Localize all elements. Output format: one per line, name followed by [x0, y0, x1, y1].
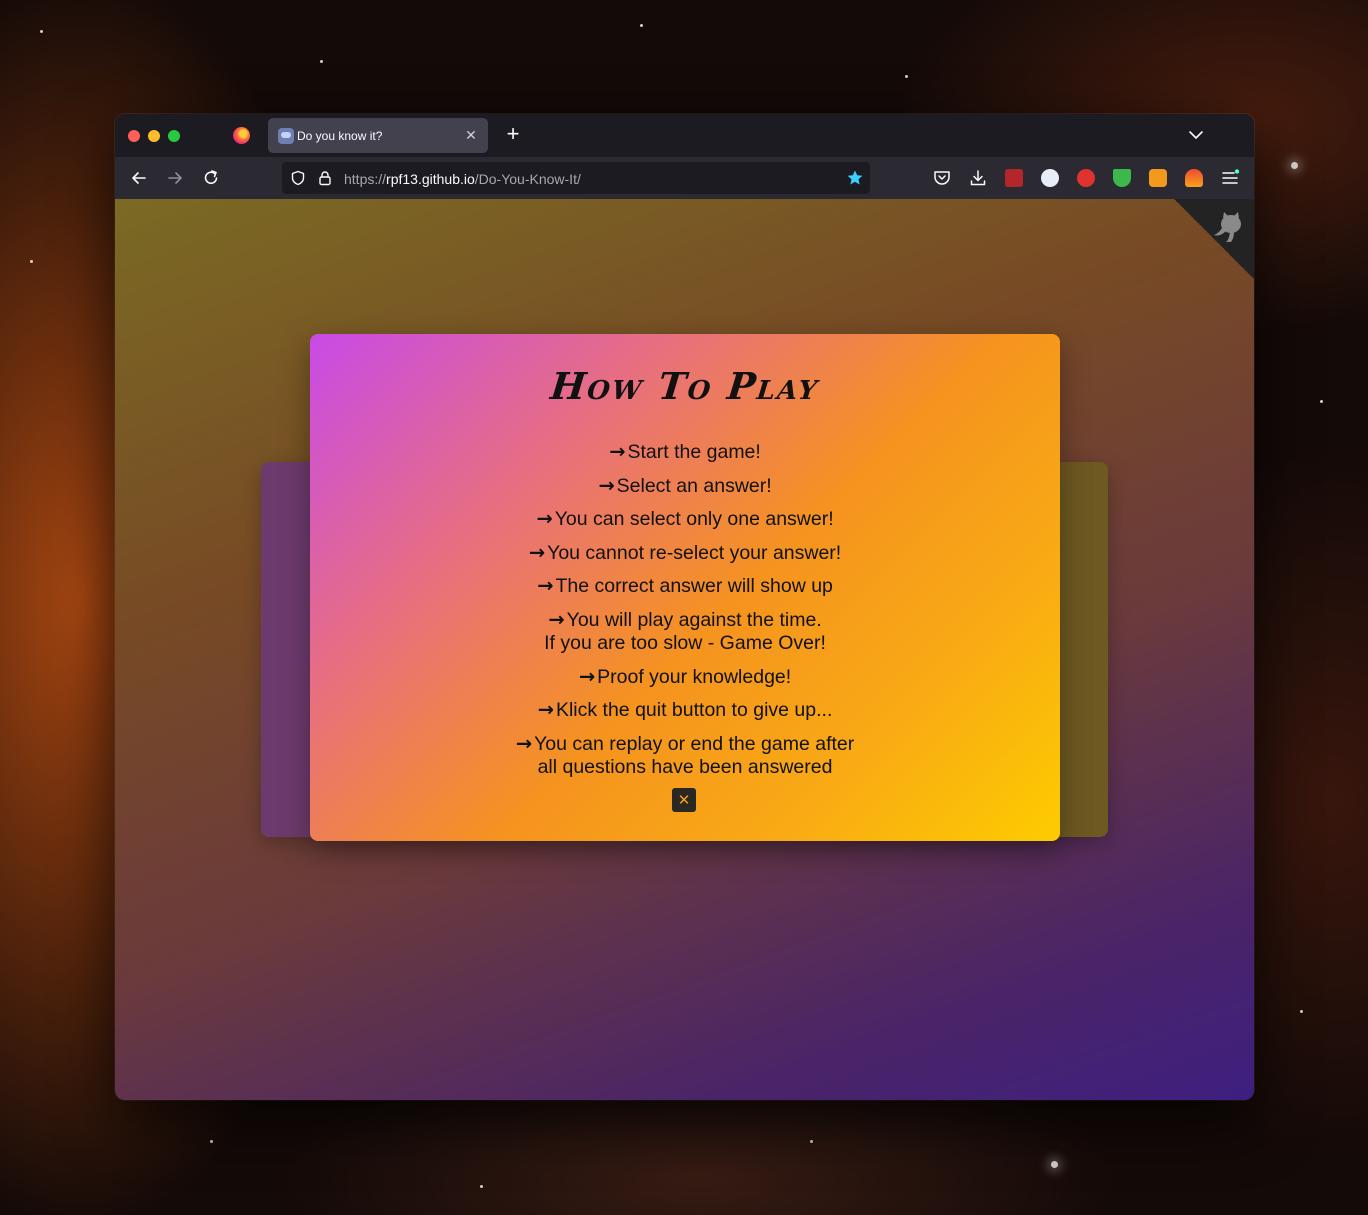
github-corner[interactable]: [1174, 199, 1254, 279]
page-content: How To Play → Start the game! → Select an a…: [115, 199, 1254, 1100]
star: [1300, 1010, 1303, 1013]
extension-clock-icon[interactable]: [1041, 169, 1059, 187]
browser-tab[interactable]: Do you know it? ✕: [268, 118, 488, 153]
tab-title: Do you know it?: [297, 129, 383, 143]
star: [810, 1140, 813, 1143]
rule-item: → Klick the quit button to give up...: [310, 698, 1060, 722]
rule-text: You can select only one answer!: [554, 508, 834, 531]
url-host: rpf13.github.io: [386, 171, 475, 187]
rule-text: Proof your knowledge!: [597, 665, 792, 688]
rule-item: → Start the game!: [310, 440, 1060, 464]
tab-bar: Do you know it? ✕ +: [115, 114, 1254, 157]
rule-text: Start the game!: [627, 441, 761, 463]
url-scheme: https://: [344, 171, 387, 187]
rule-text: The correct answer will show up: [555, 575, 833, 598]
rule-text: You cannot re-select your answer!: [547, 541, 842, 564]
rule-text: You will play against the time.: [566, 608, 822, 631]
browser-window: Do you know it? ✕ + https://rpf13.github…: [115, 114, 1254, 1100]
arrow-right-icon: →: [528, 540, 546, 564]
rule-item: → You can replay or end the game after all…: [310, 732, 1060, 779]
window-maximize-button[interactable]: [168, 130, 180, 142]
rule-text: You can replay or end the game after: [534, 732, 855, 755]
arrow-right-icon: →: [515, 731, 533, 755]
back-arrow-icon[interactable]: [129, 168, 149, 188]
window-minimize-button[interactable]: [148, 130, 160, 142]
arrow-right-icon: →: [548, 607, 565, 631]
url-path: /Do-You-Know-It/: [474, 171, 581, 187]
reload-icon[interactable]: [201, 168, 221, 188]
star: [320, 60, 323, 63]
shield-icon[interactable]: [290, 170, 306, 186]
url-text[interactable]: https://rpf13.github.io/Do-You-Know-It/: [344, 171, 581, 187]
rule-item: → You cannot re-select your answer!: [310, 541, 1060, 565]
forward-arrow-icon[interactable]: [165, 168, 185, 188]
download-icon[interactable]: [968, 168, 988, 188]
extension-lighthouse-icon[interactable]: [1185, 169, 1203, 187]
new-tab-button[interactable]: +: [501, 123, 525, 147]
rule-item: → Select an answer!: [310, 474, 1060, 498]
how-to-play-modal: How To Play → Start the game! → Select an a…: [310, 334, 1060, 841]
rule-text: all questions have been answered: [537, 755, 833, 778]
window-close-button[interactable]: [128, 130, 140, 142]
bright-star: [1291, 162, 1298, 169]
menu-icon[interactable]: [1220, 168, 1240, 188]
rules-list: → Start the game! → Select an answer! → You c…: [310, 440, 1060, 788]
bookmark-star-icon[interactable]: [846, 169, 864, 187]
star: [905, 75, 908, 78]
star: [30, 260, 33, 263]
star: [210, 1140, 213, 1143]
rule-item: → You will play against the time. If you a…: [310, 608, 1060, 655]
arrow-right-icon: →: [609, 440, 626, 463]
firefox-icon: [233, 127, 250, 144]
chevron-down-icon[interactable]: [1188, 127, 1204, 143]
url-bar[interactable]: https://rpf13.github.io/Do-You-Know-It/: [282, 162, 870, 194]
extension-g-icon[interactable]: [1149, 169, 1167, 187]
rule-text: Klick the quit button to give up...: [555, 699, 833, 722]
pocket-icon[interactable]: [932, 168, 952, 188]
tab-close-icon[interactable]: ✕: [462, 126, 480, 144]
rule-item: → Proof your knowledge!: [310, 665, 1060, 689]
extension-red-icon[interactable]: [1005, 169, 1023, 187]
bright-star: [1051, 1161, 1058, 1168]
arrow-right-icon: →: [537, 698, 554, 722]
navigation-toolbar: https://rpf13.github.io/Do-You-Know-It/: [115, 157, 1254, 199]
arrow-right-icon: →: [598, 473, 615, 497]
rule-text: If you are too slow - Game Over!: [544, 631, 826, 654]
lock-icon[interactable]: [317, 170, 333, 186]
rule-text: Select an answer!: [616, 474, 772, 497]
site-favicon-icon: [278, 128, 294, 144]
star: [40, 30, 43, 33]
arrow-right-icon: →: [578, 664, 596, 688]
arrow-right-icon: →: [537, 574, 554, 598]
extension-shield-icon[interactable]: [1113, 169, 1131, 187]
close-modal-button[interactable]: ✕: [672, 788, 696, 812]
github-octocat-icon[interactable]: [1210, 209, 1246, 245]
star: [1320, 400, 1323, 403]
arrow-right-icon: →: [536, 507, 553, 531]
star: [480, 1185, 483, 1188]
rule-item: → You can select only one answer!: [310, 507, 1060, 531]
extension-bird-icon[interactable]: [1077, 169, 1095, 187]
rule-item: → The correct answer will show up: [310, 574, 1060, 598]
star: [640, 24, 643, 27]
modal-title: How To Play: [548, 364, 822, 408]
